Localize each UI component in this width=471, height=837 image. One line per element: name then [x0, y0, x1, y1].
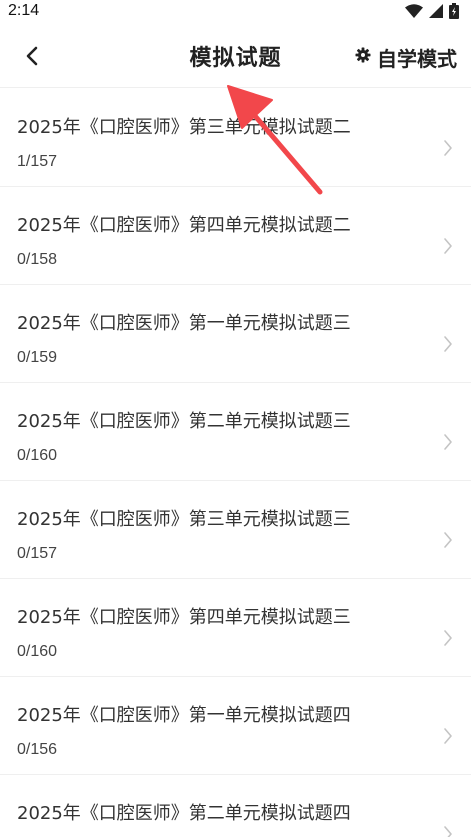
exam-title: 2025年《口腔医师》第一单元模拟试题四 [17, 705, 351, 726]
signal-icon [429, 4, 443, 18]
wifi-icon [405, 4, 423, 18]
gear-icon [355, 47, 371, 67]
chevron-right-icon [443, 825, 453, 837]
exam-title: 2025年《口腔医师》第四单元模拟试题三 [17, 607, 351, 628]
exam-progress: 0/156 [17, 741, 58, 758]
status-time: 2:14 [8, 2, 40, 19]
chevron-right-icon [443, 433, 453, 455]
battery-icon [449, 3, 459, 19]
exam-list-item[interactable]: 2025年《口腔医师》第一单元模拟试题三 0/159 [0, 285, 471, 383]
exam-progress: 0/157 [17, 545, 58, 562]
chevron-right-icon [443, 335, 453, 357]
header: 模拟试题 自学模式 [0, 22, 471, 88]
exam-title: 2025年《口腔医师》第三单元模拟试题三 [17, 509, 351, 530]
chevron-right-icon [443, 139, 453, 161]
self-study-mode-button[interactable]: 自学模式 [355, 42, 457, 72]
exam-progress: 0/160 [17, 447, 58, 464]
exam-title: 2025年《口腔医师》第二单元模拟试题三 [17, 411, 351, 432]
exam-list-item[interactable]: 2025年《口腔医师》第二单元模拟试题三 0/160 [0, 383, 471, 481]
exam-list-item[interactable]: 2025年《口腔医师》第四单元模拟试题二 0/158 [0, 187, 471, 285]
exam-progress: 0/159 [17, 349, 58, 366]
exam-list-item[interactable]: 2025年《口腔医师》第二单元模拟试题四 [0, 775, 471, 837]
exam-title: 2025年《口腔医师》第四单元模拟试题二 [17, 215, 351, 236]
exam-list-item[interactable]: 2025年《口腔医师》第三单元模拟试题二 1/157 [0, 89, 471, 187]
exam-progress: 0/160 [17, 643, 58, 660]
exam-list: 2025年《口腔医师》第三单元模拟试题二 1/157 2025年《口腔医师》第四… [0, 89, 471, 837]
chevron-right-icon [443, 237, 453, 259]
chevron-right-icon [443, 531, 453, 553]
status-icons [405, 3, 459, 19]
exam-list-item[interactable]: 2025年《口腔医师》第四单元模拟试题三 0/160 [0, 579, 471, 677]
exam-title: 2025年《口腔医师》第一单元模拟试题三 [17, 313, 351, 334]
chevron-right-icon [443, 629, 453, 651]
exam-list-item[interactable]: 2025年《口腔医师》第三单元模拟试题三 0/157 [0, 481, 471, 579]
exam-title: 2025年《口腔医师》第三单元模拟试题二 [17, 117, 351, 138]
exam-progress: 1/157 [17, 153, 58, 170]
self-study-mode-label: 自学模式 [377, 46, 457, 71]
status-bar: 2:14 [0, 0, 471, 22]
chevron-right-icon [443, 727, 453, 749]
exam-list-item[interactable]: 2025年《口腔医师》第一单元模拟试题四 0/156 [0, 677, 471, 775]
exam-title: 2025年《口腔医师》第二单元模拟试题四 [17, 803, 351, 824]
exam-progress: 0/158 [17, 251, 58, 268]
screen: 2:14 模拟试题 自学模式 2025年《口腔医师》第三单元模拟试题二 1/15… [0, 0, 471, 837]
